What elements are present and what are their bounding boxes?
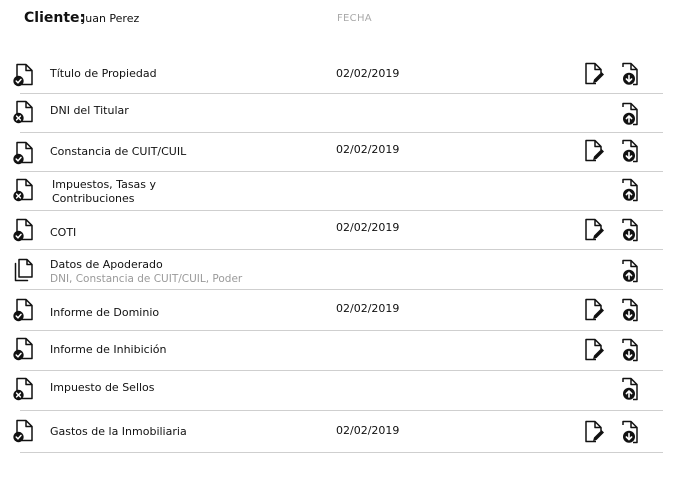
edit-icon[interactable] — [581, 138, 605, 164]
document-date: 02/02/2019 — [336, 221, 400, 234]
upload-icon[interactable] — [617, 376, 641, 402]
file-check-icon — [12, 62, 36, 88]
document-title: DNI del Titular — [50, 104, 129, 117]
download-icon[interactable] — [617, 217, 641, 243]
document-title: Datos de Apoderado — [50, 258, 163, 271]
document-title: Gastos de la Inmobiliaria — [50, 425, 187, 438]
document-subtitle: DNI, Constancia de CUIT/CUIL, Poder — [50, 273, 243, 285]
document-name: Constancia de CUIT/CUIL — [50, 145, 186, 159]
download-icon[interactable] — [617, 138, 641, 164]
document-name: Título de Propiedad — [50, 67, 157, 81]
edit-icon[interactable] — [581, 419, 605, 445]
document-row: Datos de Apoderado DNI, Constancia de CUI… — [14, 249, 663, 290]
document-name: Informe de Dominio — [50, 306, 159, 320]
document-name: Informe de Inhibición — [50, 343, 166, 357]
edit-icon[interactable] — [581, 61, 605, 87]
file-x-icon — [12, 177, 36, 203]
document-row: Impuesto de Sellos — [13, 370, 663, 411]
document-title: Impuestos, Tasas y Contribuciones — [52, 178, 157, 205]
edit-icon[interactable] — [581, 297, 605, 323]
document-name: COTI — [50, 226, 76, 240]
document-date: 02/02/2019 — [336, 67, 400, 80]
document-name: Impuesto de Sellos — [50, 381, 155, 395]
download-icon[interactable] — [617, 297, 641, 323]
document-title: Título de Propiedad — [50, 67, 157, 80]
document-title: Informe de Inhibición — [50, 343, 167, 356]
document-title: COTI — [50, 226, 77, 239]
download-icon[interactable] — [617, 419, 641, 445]
document-row: COTI 02/02/2019 — [13, 210, 663, 250]
document-date: 02/02/2019 — [336, 143, 400, 156]
document-row: Constancia de CUIT/CUIL 02/02/2019 — [13, 132, 663, 172]
file-check-icon — [12, 336, 36, 362]
document-list: Título de Propiedad 02/02/2019 DNI del Ti… — [0, 0, 680, 485]
document-name: DNI del Titular — [50, 104, 129, 118]
document-row: Gastos de la Inmobiliaria 02/02/2019 — [13, 410, 663, 453]
edit-icon[interactable] — [581, 217, 605, 243]
document-name: Datos de Apoderado DNI, Constancia de CUI… — [50, 258, 242, 286]
file-check-icon — [12, 418, 36, 444]
document-row: DNI del Titular — [13, 93, 663, 133]
document-date: 02/02/2019 — [336, 302, 400, 315]
files-icon — [12, 257, 36, 283]
download-icon[interactable] — [617, 61, 641, 87]
document-name: Gastos de la Inmobiliaria — [50, 425, 187, 439]
file-x-icon — [12, 376, 36, 402]
file-check-icon — [12, 140, 36, 166]
document-date: 02/02/2019 — [336, 424, 400, 437]
file-check-icon — [12, 217, 36, 243]
edit-icon[interactable] — [581, 337, 605, 363]
document-row: Informe de Inhibición — [13, 330, 663, 371]
upload-icon[interactable] — [617, 177, 641, 203]
document-title: Informe de Dominio — [50, 306, 160, 319]
document-title: Constancia de CUIT/CUIL — [50, 145, 187, 158]
upload-icon[interactable] — [617, 101, 641, 127]
document-row: Informe de Dominio 02/02/2019 — [13, 289, 663, 331]
download-icon[interactable] — [617, 337, 641, 363]
document-name: Impuestos, Tasas y Contribuciones — [52, 178, 177, 206]
document-row: Título de Propiedad 02/02/2019 — [13, 56, 663, 94]
document-title: Impuesto de Sellos — [50, 381, 155, 394]
file-x-icon — [12, 99, 36, 125]
document-row: Impuestos, Tasas y Contribuciones — [13, 171, 663, 211]
file-check-icon — [12, 297, 36, 323]
upload-icon[interactable] — [617, 258, 641, 284]
